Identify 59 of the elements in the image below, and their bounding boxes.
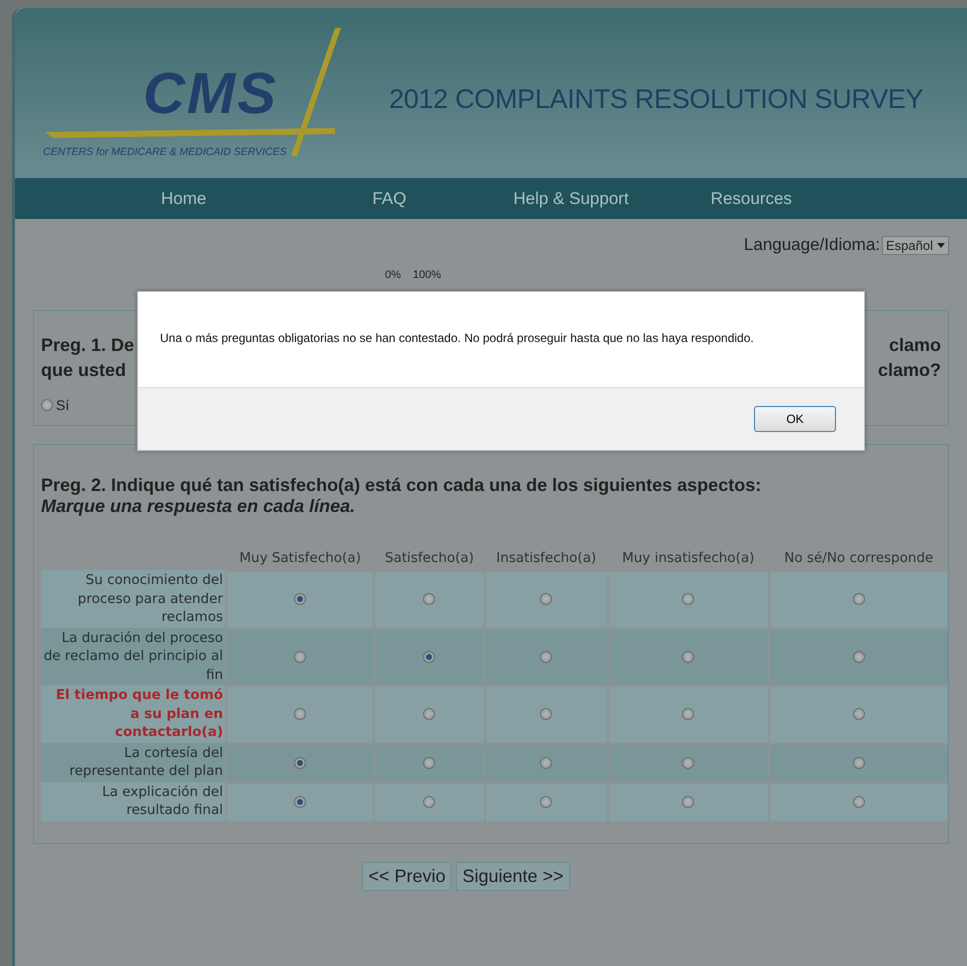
question-title: Preg. 2. Indique qué tan satisfecho(a) está con cada una de los siguientes aspectos: (41, 475, 762, 496)
radio-button[interactable] (682, 796, 694, 808)
radio-button[interactable] (294, 796, 306, 808)
radio-button[interactable] (294, 756, 306, 768)
radio-button[interactable] (682, 593, 694, 606)
radio-button[interactable] (852, 796, 865, 808)
radio-button[interactable] (41, 399, 53, 411)
column-header: Muy Satisfecho(a) (238, 549, 362, 568)
caret-icon (937, 242, 945, 248)
radio-button[interactable] (540, 708, 552, 720)
question-text: que usted (41, 359, 126, 382)
radio-button[interactable] (423, 708, 436, 720)
row-label: El tiempo que le tomó a su plan en contactarlo(a) (41, 685, 225, 742)
ok-button[interactable]: OK (754, 406, 836, 432)
radio-button[interactable] (294, 708, 306, 720)
radio-button[interactable] (423, 756, 436, 768)
column-header: Insatisfecho(a) (495, 549, 598, 568)
radio-button[interactable] (294, 650, 306, 663)
row-label: La explicación del resultado final (41, 782, 225, 820)
question-text: clamo (888, 334, 941, 357)
column-header: Muy insatisfecho(a) (621, 549, 756, 568)
radio-button[interactable] (682, 650, 694, 663)
nav-link[interactable]: Help & Support (513, 188, 629, 208)
survey-title: 2012 COMPLAINTS RESOLUTION SURVEY (389, 84, 924, 114)
progress-end: 100% (412, 269, 442, 281)
question-instruction: Marque una respuesta en cada línea. (41, 496, 356, 517)
dialog-message: Una o más preguntas obligatorias no se han contestado. No podrá proseguir hasta que no las haya respondido. (159, 330, 755, 347)
radio-button[interactable] (682, 756, 694, 768)
radio-button[interactable] (852, 708, 865, 720)
radio-button[interactable] (540, 593, 552, 606)
radio-button[interactable] (540, 756, 552, 768)
radio-button[interactable] (423, 650, 436, 663)
logo-subtitle: CENTERS for MEDICARE & MEDICAID SERVICES (43, 146, 287, 158)
radio-button[interactable] (852, 756, 865, 768)
nav-link[interactable]: Home (161, 188, 206, 208)
nav-link[interactable]: Resources (710, 188, 792, 208)
radio-button[interactable] (682, 708, 694, 720)
row-label: Su conocimiento del proceso para atender reclamos (41, 570, 225, 628)
progress-start: 0% (385, 269, 401, 281)
radio-button[interactable] (294, 593, 306, 606)
row-label: La duración del proceso de reclamo del principio al fin (41, 628, 225, 685)
radio-button[interactable] (540, 650, 552, 663)
column-header: No sé/No corresponde (783, 549, 934, 568)
option-label: Sí (56, 397, 70, 413)
logo-text: CMS (143, 61, 278, 126)
nav-link[interactable]: FAQ (372, 188, 406, 208)
question-text: Preg. 1. De (41, 334, 134, 357)
radio-button[interactable] (423, 796, 436, 808)
radio-button[interactable] (423, 593, 436, 606)
radio-button[interactable] (852, 650, 865, 663)
column-header: Satisfecho(a) (384, 549, 475, 568)
nav-button[interactable]: Siguiente >> (456, 862, 570, 890)
nav-button[interactable]: << Previo (362, 862, 452, 890)
language-label: Language/Idioma: (744, 235, 880, 255)
question-text: clamo? (878, 359, 941, 382)
radio-button[interactable] (540, 796, 552, 808)
radio-button[interactable] (852, 593, 865, 606)
language-dropdown[interactable]: Español (882, 236, 949, 254)
row-label: La cortesía del representante del plan (41, 742, 225, 782)
